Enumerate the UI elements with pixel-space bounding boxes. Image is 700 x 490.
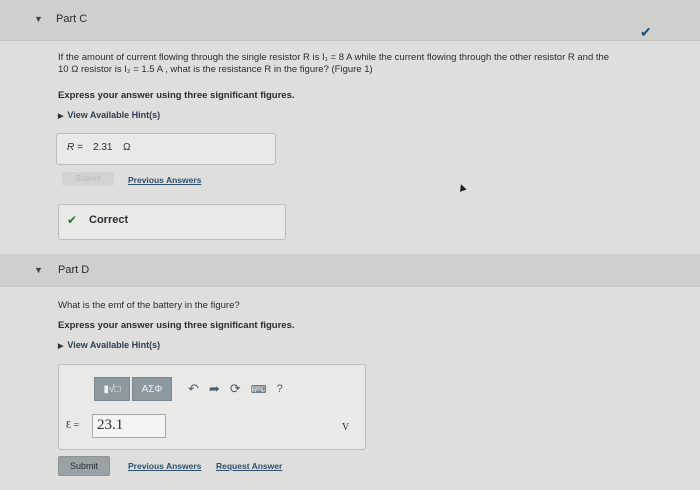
part-d-hints-label: View Available Hint(s) <box>67 340 161 350</box>
part-c-answer-unit: Ω <box>123 142 131 153</box>
redo-icon[interactable]: ➦ <box>209 381 220 397</box>
caret-right-icon: ▶ <box>58 343 64 350</box>
reset-icon[interactable]: ⟳ <box>230 381 241 397</box>
part-c-hints-toggle[interactable]: ▶ View Available Hint(s) <box>58 110 160 120</box>
part-c-answer-box: R = 2.31 Ω <box>56 133 276 165</box>
part-d-title: Part D <box>58 264 90 276</box>
symbols-button[interactable]: ΑΣΦ <box>132 377 172 401</box>
caret-down-icon[interactable]: ▼ <box>34 265 43 275</box>
help-icon[interactable]: ? <box>277 383 283 395</box>
part-c-feedback-box: ✔ Correct <box>58 204 286 240</box>
part-c-question-line1: If the amount of current flowing through… <box>58 52 610 63</box>
part-c-question-line2: 10 Ω resistor is I₂ = 1.5 A , what is th… <box>58 64 373 75</box>
templates-icon: ▮√□ <box>103 383 121 395</box>
templates-button[interactable]: ▮√□ <box>94 377 130 401</box>
part-d-answer-value: 23.1 <box>97 417 124 433</box>
caret-right-icon: ▶ <box>58 113 64 120</box>
keyboard-icon[interactable]: ⌨ <box>251 383 267 396</box>
part-d-answer-unit: V <box>342 422 350 433</box>
caret-down-icon[interactable]: ▼ <box>34 14 43 24</box>
part-c-answer-variable: R = <box>67 142 83 153</box>
undo-icon[interactable]: ↶ <box>188 381 199 397</box>
part-c-submit-button[interactable]: Submit <box>62 172 114 186</box>
check-icon: ✔ <box>640 24 652 40</box>
part-c-title: Part C <box>56 13 88 25</box>
part-d-header[interactable]: ▼ Part D <box>0 254 700 287</box>
math-toolbar: ▮√□ ΑΣΦ ↶ ➦ ⟳ ⌨ ? <box>94 374 310 404</box>
part-d-previous-answers-link[interactable]: Previous Answers <box>128 461 201 471</box>
part-c-hints-label: View Available Hint(s) <box>67 110 161 120</box>
part-c-instruction: Express your answer using three signific… <box>58 90 295 101</box>
part-d-hints-toggle[interactable]: ▶ View Available Hint(s) <box>58 340 160 350</box>
part-d-request-answer-link[interactable]: Request Answer <box>216 461 282 471</box>
page: ▼ Part C ✔ If the amount of current flow… <box>0 0 700 490</box>
mouse-cursor-icon: ▲ <box>453 178 470 196</box>
part-c-previous-answers-link[interactable]: Previous Answers <box>128 175 201 185</box>
part-d-instruction: Express your answer using three signific… <box>58 320 295 331</box>
part-d-answer-input[interactable]: 23.1 <box>92 414 166 438</box>
part-d-question: What is the emf of the battery in the fi… <box>58 300 240 311</box>
part-d-answer-variable: Ɛ = <box>66 420 80 431</box>
part-c-header[interactable]: ▼ Part C ✔ <box>0 0 700 41</box>
part-d-submit-button[interactable]: Submit <box>58 456 110 476</box>
part-c-feedback-text: Correct <box>89 214 129 226</box>
part-c-answer-value: 2.31 <box>93 142 113 153</box>
correct-check-icon: ✔ <box>67 213 78 227</box>
